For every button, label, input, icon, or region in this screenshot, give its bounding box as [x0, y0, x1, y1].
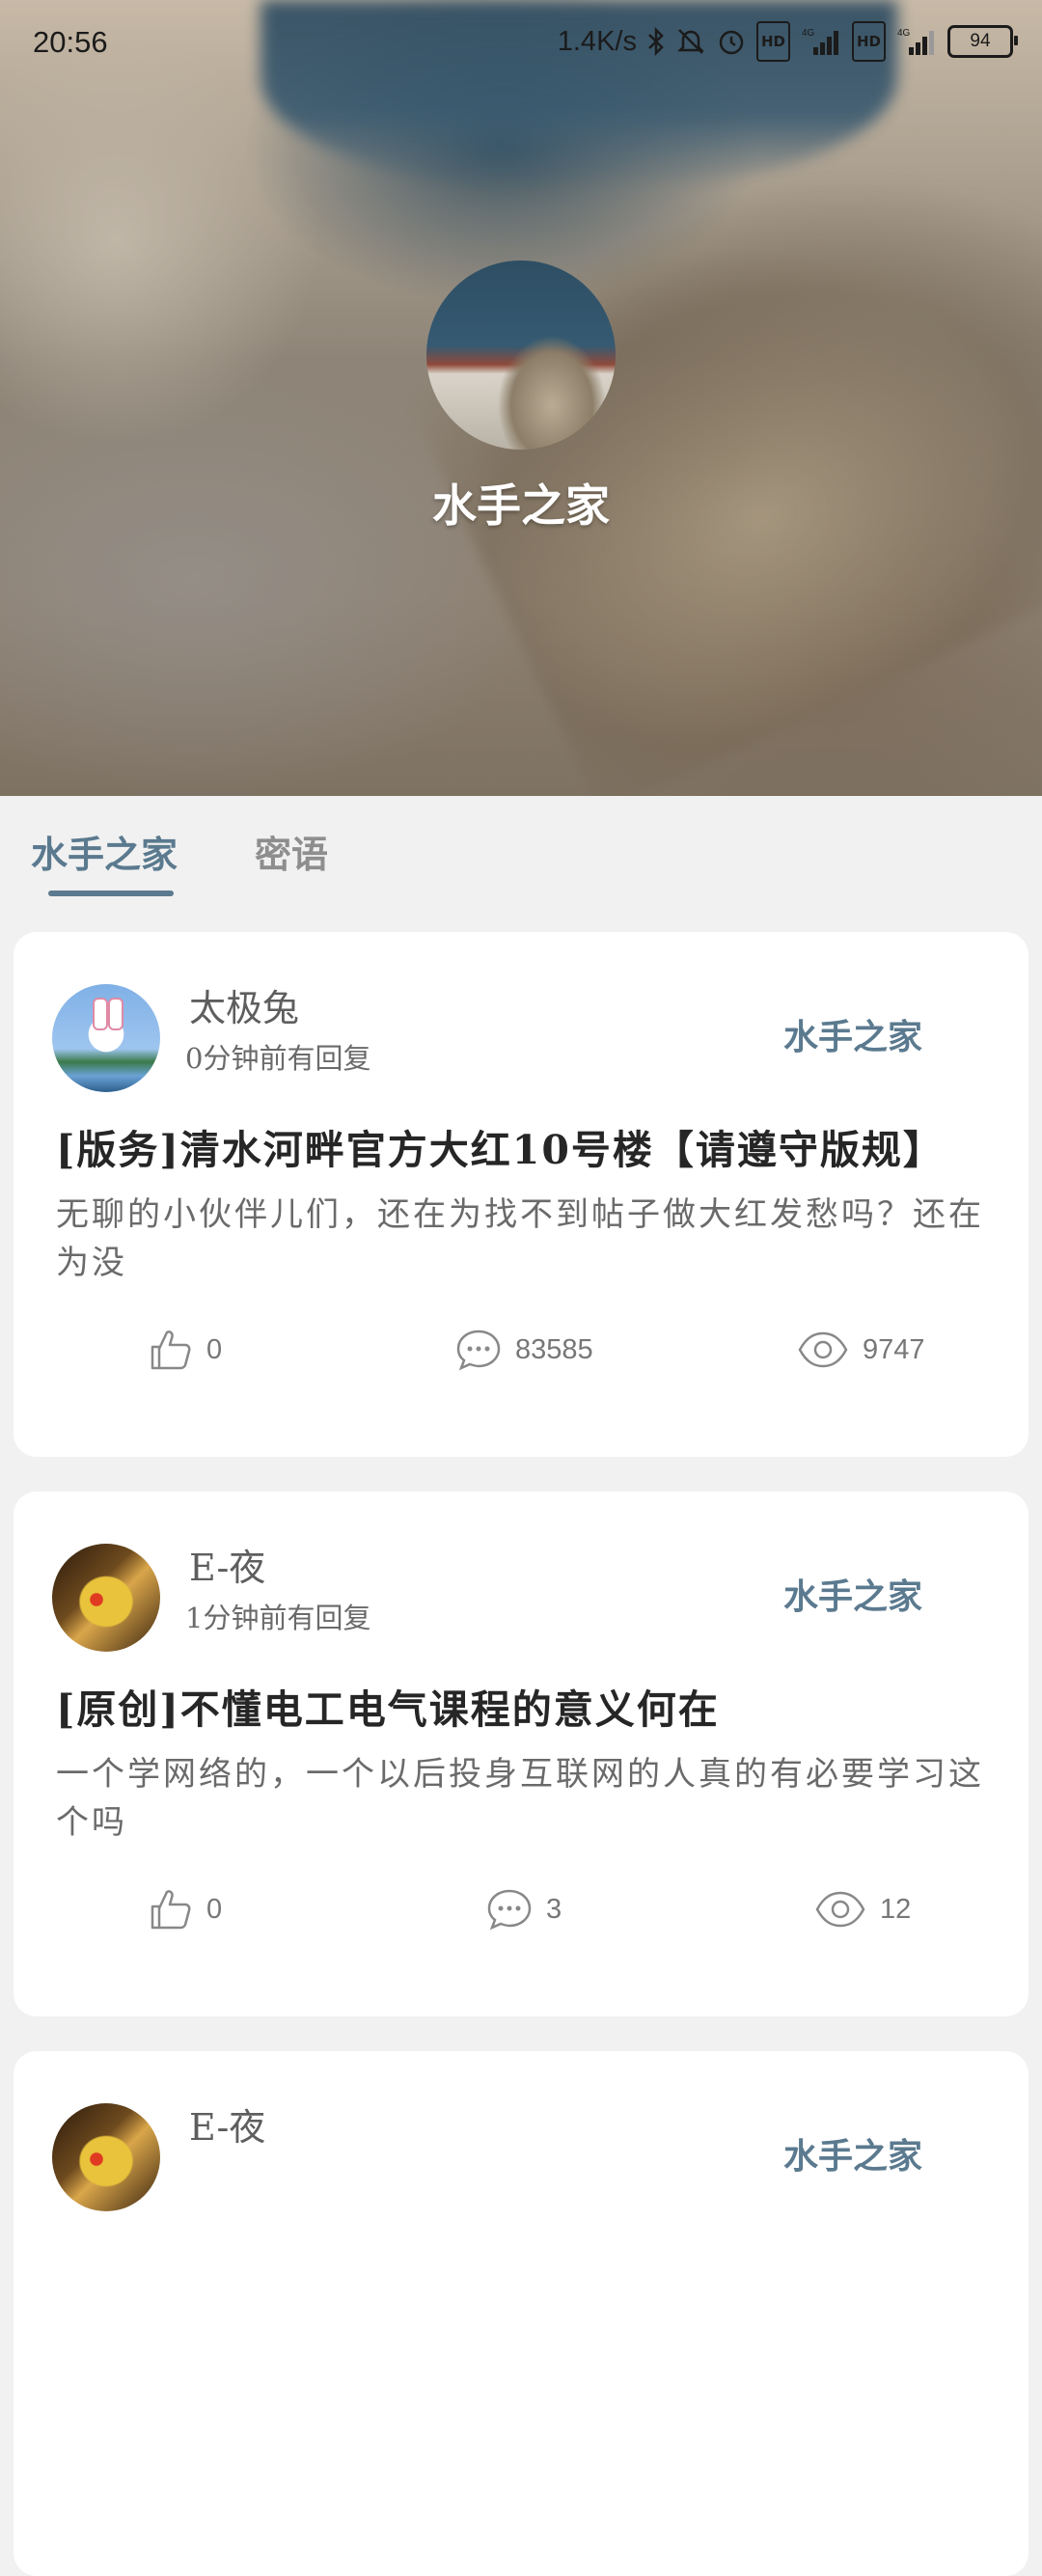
author-name[interactable]: 太极兔 [189, 978, 299, 1031]
view-stat: 9747 [797, 1328, 925, 1372]
bluetooth-icon [646, 24, 666, 59]
tab-sailor-home[interactable]: 水手之家 [31, 825, 178, 878]
group-header: 20:56 1.4K/s HD 4G HD 4G 94 水手之家 [0, 0, 1042, 796]
like-count: 0 [206, 1333, 223, 1365]
eye-icon [797, 1328, 849, 1372]
post-card[interactable]: E-夜 1分钟前有回复 水手之家 [原创]不懂电工电气课程的意义何在 一个学网络… [14, 1492, 1028, 2016]
comment-stat[interactable]: 3 [486, 1887, 562, 1932]
comment-stat[interactable]: 83585 [455, 1328, 593, 1372]
network-speed: 1.4K/s [557, 25, 637, 57]
board-tag[interactable]: 水手之家 [783, 1009, 922, 1059]
thumbs-up-icon [149, 1328, 193, 1372]
author-name[interactable]: E-夜 [189, 2097, 265, 2151]
alarm-icon [716, 24, 747, 59]
signal-icon-2: 4G [895, 24, 938, 59]
avatar[interactable] [52, 2103, 160, 2211]
post-title[interactable]: [版务]清水河畔官方大红10号楼【请遵守版规】 [56, 1117, 1001, 1175]
reply-time: 1分钟前有回复 [185, 1602, 371, 1634]
view-stat: 12 [814, 1887, 911, 1932]
comment-icon [486, 1887, 533, 1932]
tab-bar: 水手之家 密语 [0, 796, 1042, 912]
bell-off-icon [675, 24, 706, 59]
svg-text:4G: 4G [897, 28, 911, 39]
view-count: 9747 [863, 1333, 925, 1365]
svg-text:4G: 4G [802, 28, 815, 39]
like-count: 0 [206, 1893, 223, 1925]
thumbs-up-icon [149, 1887, 193, 1932]
comment-count: 83585 [515, 1333, 593, 1365]
post-excerpt: 无聊的小伙伴儿们，还在为找不到帖子做大红发愁吗？还在为没 [56, 1195, 984, 1282]
status-time: 20:56 [33, 25, 108, 59]
group-title: 水手之家 [432, 480, 610, 532]
group-avatar [426, 260, 616, 450]
like-stat[interactable]: 0 [149, 1887, 222, 1932]
like-stat[interactable]: 0 [149, 1328, 222, 1372]
post-card[interactable]: 太极兔 0分钟前有回复 水手之家 [版务]清水河畔官方大红10号楼【请遵守版规】… [14, 932, 1028, 1457]
signal-icon: 4G [800, 24, 842, 59]
status-icons: 1.4K/s HD 4G HD 4G 94 [557, 21, 1018, 62]
avatar[interactable] [52, 1544, 160, 1652]
comment-icon [455, 1328, 502, 1372]
hd-badge-2: HD [851, 21, 886, 62]
board-tag[interactable]: 水手之家 [783, 2128, 922, 2179]
tab-indicator [48, 891, 174, 896]
status-bar: 20:56 1.4K/s HD 4G HD 4G 94 [0, 0, 1042, 85]
post-title[interactable]: [原创]不懂电工电气课程的意义何在 [56, 1677, 1001, 1735]
author-name[interactable]: E-夜 [189, 1538, 265, 1591]
eye-icon [814, 1887, 866, 1932]
comment-count: 3 [546, 1893, 562, 1925]
avatar[interactable] [52, 984, 160, 1092]
reply-time: 0分钟前有回复 [185, 1042, 371, 1075]
hd-badge: HD [755, 21, 790, 62]
view-count: 12 [880, 1893, 912, 1925]
tab-whisper[interactable]: 密语 [255, 825, 328, 878]
post-excerpt: 一个学网络的，一个以后投身互联网的人真的有必要学习这个吗 [56, 1755, 984, 1842]
post-card[interactable]: E-夜 水手之家 [14, 2051, 1028, 2576]
battery-icon: 94 [947, 25, 1018, 58]
board-tag[interactable]: 水手之家 [783, 1569, 922, 1619]
